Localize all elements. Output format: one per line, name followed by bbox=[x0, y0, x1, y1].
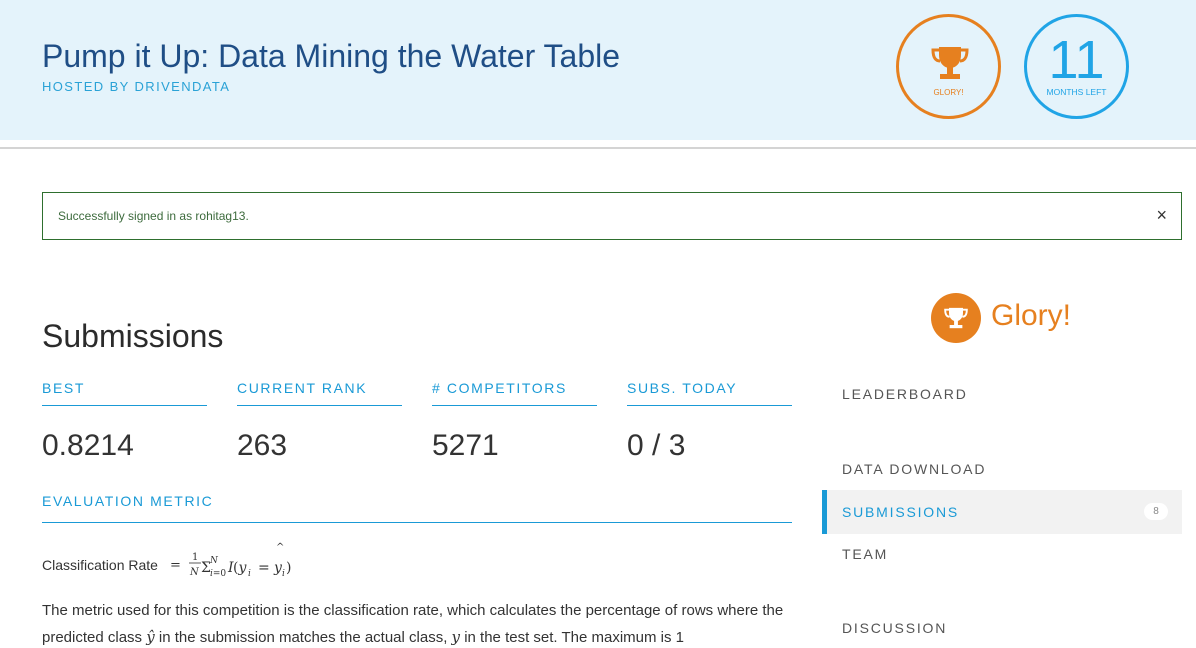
trophy-icon bbox=[944, 307, 968, 329]
svg-text:N: N bbox=[209, 556, 219, 566]
svg-text:i: i bbox=[248, 569, 251, 579]
stat-subs-today: SUBS. TODAY 0 / 3 bbox=[627, 378, 792, 463]
stat-value: 0.8214 bbox=[42, 429, 134, 462]
alert-message: Successfully signed in as rohitag13. bbox=[58, 209, 249, 223]
metric-description: The metric used for this competition is … bbox=[42, 598, 802, 648]
nav-discussion[interactable]: DISCUSSION bbox=[822, 606, 1182, 648]
stat-label: BEST bbox=[42, 378, 207, 406]
nav-label: DISCUSSION bbox=[842, 620, 948, 636]
svg-text:^: ^ bbox=[276, 542, 284, 553]
nav-label: DATA DOWNLOAD bbox=[842, 461, 987, 477]
svg-text:i=0: i=0 bbox=[210, 569, 226, 579]
svg-text:(y: (y bbox=[233, 560, 247, 576]
stat-value: 0 / 3 bbox=[627, 429, 686, 462]
competition-host: HOSTED BY DRIVENDATA bbox=[42, 79, 231, 94]
competition-title: Pump it Up: Data Mining the Water Table bbox=[42, 38, 621, 74]
svg-text:N: N bbox=[189, 567, 200, 578]
stat-value: 5271 bbox=[432, 429, 499, 462]
nav-leaderboard[interactable]: LEADERBOARD bbox=[822, 372, 1182, 416]
months-left-badge: 11 MONTHS LEFT bbox=[1024, 14, 1129, 119]
nav-label: TEAM bbox=[842, 546, 889, 562]
svg-text:=: = bbox=[258, 560, 270, 576]
stat-label: # COMPETITORS bbox=[432, 378, 597, 406]
y-hat-symbol: ŷ bbox=[146, 628, 155, 646]
prize-badge-label: GLORY! bbox=[933, 88, 964, 97]
months-left-label: MONTHS LEFT bbox=[1046, 87, 1107, 97]
prize-badge: GLORY! bbox=[896, 14, 1001, 119]
header-divider bbox=[0, 147, 1196, 149]
description-text: in the test set. The maximum is 1 bbox=[464, 629, 685, 646]
prize-label: Glory! bbox=[991, 299, 1072, 332]
nav-label: LEADERBOARD bbox=[842, 386, 968, 402]
metric-formula: Classification Rate = 1 N Σ N i=0 I (y i… bbox=[42, 540, 342, 580]
trophy-circle bbox=[931, 293, 981, 343]
description-text: in the submission matches the actual cla… bbox=[158, 629, 448, 646]
submissions-count-badge: 8 bbox=[1144, 503, 1168, 520]
stat-best: BEST 0.8214 bbox=[42, 378, 207, 463]
stat-label: CURRENT RANK bbox=[237, 378, 402, 406]
stat-current-rank: CURRENT RANK 263 bbox=[237, 378, 402, 463]
nav-submissions[interactable]: SUBMISSIONS 8 bbox=[822, 490, 1182, 534]
nav-team[interactable]: TEAM bbox=[822, 532, 1182, 576]
nav-label: SUBMISSIONS bbox=[842, 504, 960, 520]
signin-alert: Successfully signed in as rohitag13. × bbox=[42, 192, 1182, 240]
stat-competitors: # COMPETITORS 5271 bbox=[432, 378, 597, 463]
nav-data-download[interactable]: DATA DOWNLOAD bbox=[822, 447, 1182, 491]
svg-text:i: i bbox=[282, 569, 285, 579]
svg-text:=: = bbox=[170, 558, 181, 573]
svg-text:): ) bbox=[286, 560, 291, 576]
trophy-icon bbox=[931, 47, 969, 79]
svg-text:1: 1 bbox=[192, 552, 198, 563]
months-left-number: 11 bbox=[1048, 30, 1105, 90]
y-symbol: y bbox=[451, 628, 461, 646]
close-icon[interactable]: × bbox=[1156, 204, 1167, 226]
evaluation-metric-heading: EVALUATION METRIC bbox=[42, 491, 792, 523]
stat-value: 263 bbox=[237, 429, 288, 462]
page-title: Submissions bbox=[42, 318, 224, 354]
stat-label: SUBS. TODAY bbox=[627, 378, 792, 406]
formula-label: Classification Rate bbox=[42, 557, 158, 573]
formula-math: = 1 N Σ N i=0 I (y i = y i ) ^ bbox=[170, 542, 291, 579]
competition-header: Pump it Up: Data Mining the Water Table … bbox=[0, 0, 1196, 140]
